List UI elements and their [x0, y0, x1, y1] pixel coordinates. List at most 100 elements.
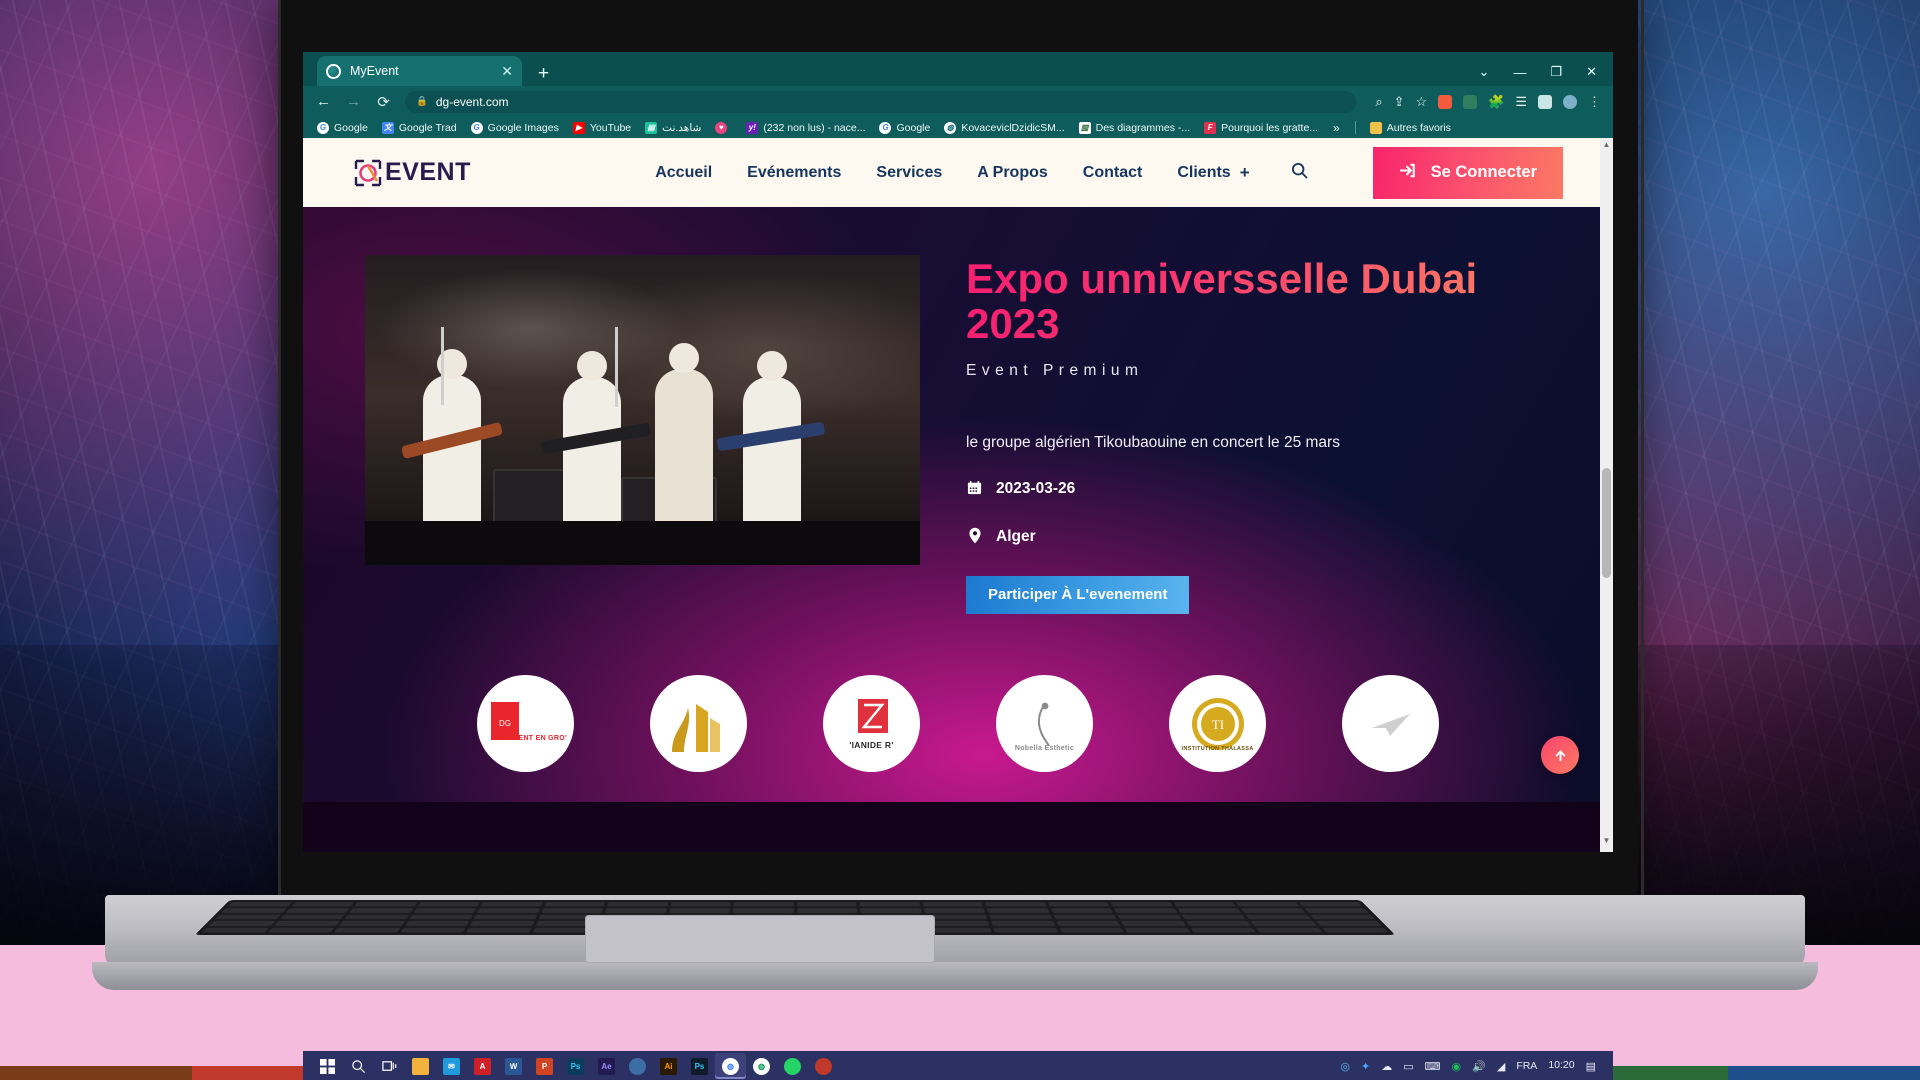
- bookmark-label: Google: [896, 121, 931, 134]
- bookmark-google-trad[interactable]: 文 Google Trad: [376, 120, 463, 136]
- bookmark-heart[interactable]: ♥: [709, 120, 738, 136]
- chrome-icon: ◍: [722, 1057, 739, 1075]
- taskbar-photoshop-2[interactable]: Ps: [684, 1053, 715, 1079]
- taskbar-acrobat[interactable]: A: [467, 1053, 498, 1079]
- menu-kebab-icon[interactable]: ⋮: [1588, 94, 1601, 110]
- after-effects-icon: Ae: [598, 1057, 615, 1075]
- spotify-icon[interactable]: ◉: [1452, 1060, 1462, 1073]
- clock[interactable]: 10:20: [1548, 1060, 1574, 1072]
- search-tray-icon[interactable]: ◎: [1340, 1060, 1350, 1073]
- client-logo[interactable]: 'IANIDE R': [823, 675, 920, 772]
- keyboard-icon[interactable]: ⌨: [1425, 1060, 1441, 1073]
- vertical-scrollbar[interactable]: ▲ ▼: [1600, 138, 1613, 852]
- scroll-to-top-button[interactable]: [1541, 736, 1579, 774]
- scroll-up-arrow-icon[interactable]: ▲: [1600, 140, 1613, 154]
- heart-icon: ♥: [715, 121, 728, 134]
- taskbar-paint[interactable]: [622, 1053, 653, 1079]
- site-navbar: EVENT Accueil Evénements Services A Prop…: [303, 138, 1613, 207]
- bookmarks-overflow-button[interactable]: »: [1326, 121, 1347, 135]
- taskbar-chrome-active[interactable]: ◍: [715, 1053, 746, 1079]
- other-bookmarks-folder[interactable]: Autres favoris: [1364, 120, 1457, 136]
- list-icon[interactable]: ☰: [1515, 94, 1527, 110]
- taskbar-illustrator[interactable]: Ai: [653, 1053, 684, 1079]
- back-icon[interactable]: ←: [315, 93, 332, 110]
- logo-text: EVENT: [385, 158, 471, 186]
- taskbar-recorder[interactable]: [808, 1053, 839, 1079]
- extension-red-icon[interactable]: [1438, 94, 1453, 109]
- close-icon[interactable]: ✕: [501, 64, 513, 78]
- forward-icon[interactable]: →: [345, 93, 362, 110]
- client-logo[interactable]: [1342, 675, 1439, 772]
- avatar[interactable]: [1563, 94, 1577, 109]
- address-bar[interactable]: 🔒 dg-event.com: [405, 90, 1357, 113]
- puzzle-icon[interactable]: 🧩: [1488, 94, 1504, 110]
- client-logo[interactable]: Nobella Esthetic: [996, 675, 1093, 772]
- nav-item-apropos[interactable]: A Propos: [977, 164, 1048, 182]
- taskbar-file-explorer[interactable]: [405, 1053, 436, 1079]
- notification-icon[interactable]: ▤: [1586, 1060, 1596, 1073]
- participate-button[interactable]: Participer À L'evenement: [966, 575, 1190, 614]
- folder-icon: [1369, 121, 1382, 134]
- client-logo[interactable]: DG VÊTEMENT EN GRO': [477, 675, 574, 772]
- search-icon[interactable]: [1291, 162, 1308, 184]
- taskbar-powerpoint[interactable]: P: [529, 1053, 560, 1079]
- taskbar-mail[interactable]: ✉: [436, 1053, 467, 1079]
- language-indicator[interactable]: FRA: [1516, 1060, 1537, 1072]
- share-icon[interactable]: ⇪: [1394, 94, 1405, 110]
- close-window-button[interactable]: ✕: [1586, 64, 1597, 80]
- bookmark-google-2[interactable]: G Google: [873, 120, 936, 136]
- nav-item-services[interactable]: Services: [876, 164, 942, 182]
- volume-icon[interactable]: 🔊: [1472, 1060, 1486, 1073]
- maximize-button[interactable]: ❐: [1550, 64, 1562, 80]
- client-logo[interactable]: TI INSTITUTION THALASSA: [1169, 675, 1266, 772]
- bookmark-label: (232 non lus) - nace...: [763, 121, 866, 134]
- bookmark-kovacevic[interactable]: ◍ KovaceviclDzidicSM...: [938, 120, 1070, 136]
- bookmark-gratte[interactable]: F Pourquoi les gratte...: [1198, 120, 1324, 136]
- taskbar-word[interactable]: W: [498, 1053, 529, 1079]
- windows-taskbar: ✉ A W P Ps Ae Ai Ps ◍ ◍ ◎ ✦ ☁ ▭ ⌨ ◉ 🔊 ◢ …: [303, 1051, 1613, 1080]
- nav-item-contact[interactable]: Contact: [1083, 164, 1143, 182]
- taskbar-chrome-2[interactable]: ◍: [746, 1053, 777, 1079]
- wifi-icon[interactable]: ◢: [1497, 1060, 1505, 1073]
- zoom-icon[interactable]: ⌕: [1375, 94, 1382, 110]
- nav-item-accueil[interactable]: Accueil: [655, 164, 712, 182]
- bookmark-shahid[interactable]: ▤ شاهد.نت: [639, 120, 707, 136]
- onedrive-icon[interactable]: ☁: [1381, 1060, 1392, 1073]
- browser-tab-myevent[interactable]: MyEvent ✕: [317, 56, 522, 86]
- client-logo-label: Nobella Esthetic: [1014, 745, 1075, 752]
- browser-toolbar: ← → ⟳ 🔒 dg-event.com ⌕ ⇪ ☆ 🧩 ☰ ⋮: [303, 86, 1613, 117]
- client-logo[interactable]: [650, 675, 747, 772]
- reload-icon[interactable]: ⟳: [375, 93, 392, 111]
- new-tab-button[interactable]: +: [538, 64, 549, 83]
- start-button[interactable]: [312, 1053, 343, 1079]
- scrollbar-thumb[interactable]: [1602, 468, 1611, 578]
- bookmark-label: Pourquoi les gratte...: [1221, 121, 1319, 134]
- minimize-button[interactable]: —: [1513, 65, 1526, 80]
- taskbar-whatsapp[interactable]: [777, 1053, 808, 1079]
- star-icon[interactable]: ☆: [1416, 94, 1428, 110]
- bookmark-google-images[interactable]: G Google Images: [465, 120, 565, 136]
- sidepanel-icon[interactable]: [1538, 94, 1552, 109]
- powerpoint-icon: P: [536, 1057, 553, 1075]
- battery-icon[interactable]: ▭: [1403, 1060, 1413, 1073]
- chevron-down-icon[interactable]: ⌄: [1479, 64, 1490, 80]
- nav-item-evenements[interactable]: Evénements: [747, 164, 841, 182]
- taskbar-photoshop[interactable]: Ps: [560, 1053, 591, 1079]
- bluetooth-icon[interactable]: ✦: [1361, 1060, 1370, 1073]
- toolbar-right-icons: ⌕ ⇪ ☆ 🧩 ☰ ⋮: [1375, 94, 1601, 110]
- pdf-icon: A: [474, 1057, 491, 1075]
- nav-item-clients[interactable]: Clients +: [1177, 163, 1249, 183]
- bookmark-yahoo-mail[interactable]: y! (232 non lus) - nace...: [740, 120, 871, 136]
- taskbar-search-button[interactable]: [343, 1053, 374, 1079]
- bookmark-youtube[interactable]: ▶ YouTube: [567, 120, 637, 136]
- scroll-down-arrow-icon[interactable]: ▼: [1600, 836, 1613, 850]
- site-logo[interactable]: EVENT: [353, 158, 471, 188]
- map-pin-icon: [966, 527, 983, 548]
- bookmark-diagrammes[interactable]: ▥ Des diagrammes -...: [1073, 120, 1197, 136]
- login-button[interactable]: Se Connecter: [1372, 146, 1563, 199]
- bookmark-google[interactable]: G Google: [311, 120, 374, 136]
- illustrator-icon: Ai: [660, 1057, 677, 1075]
- taskbar-after-effects[interactable]: Ae: [591, 1053, 622, 1079]
- task-view-button[interactable]: [374, 1053, 405, 1079]
- shield-icon[interactable]: [1463, 94, 1478, 109]
